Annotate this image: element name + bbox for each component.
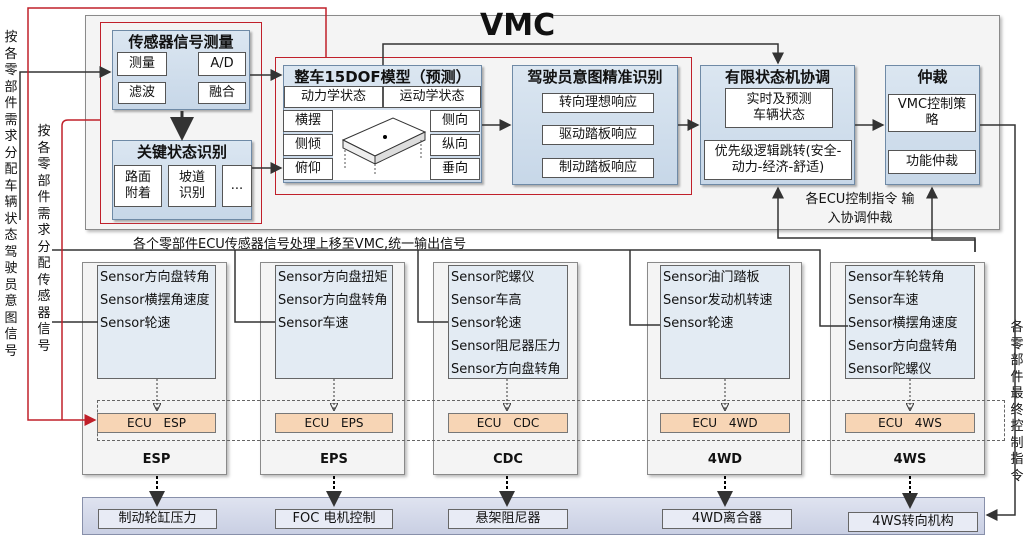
vmc-architecture-diagram: VMC 传感器信号测量 测量 A/D 滤波 融合 关键状态识别 路面附着 坡道识… — [0, 0, 1031, 542]
connector-lines — [19, 7, 1016, 521]
